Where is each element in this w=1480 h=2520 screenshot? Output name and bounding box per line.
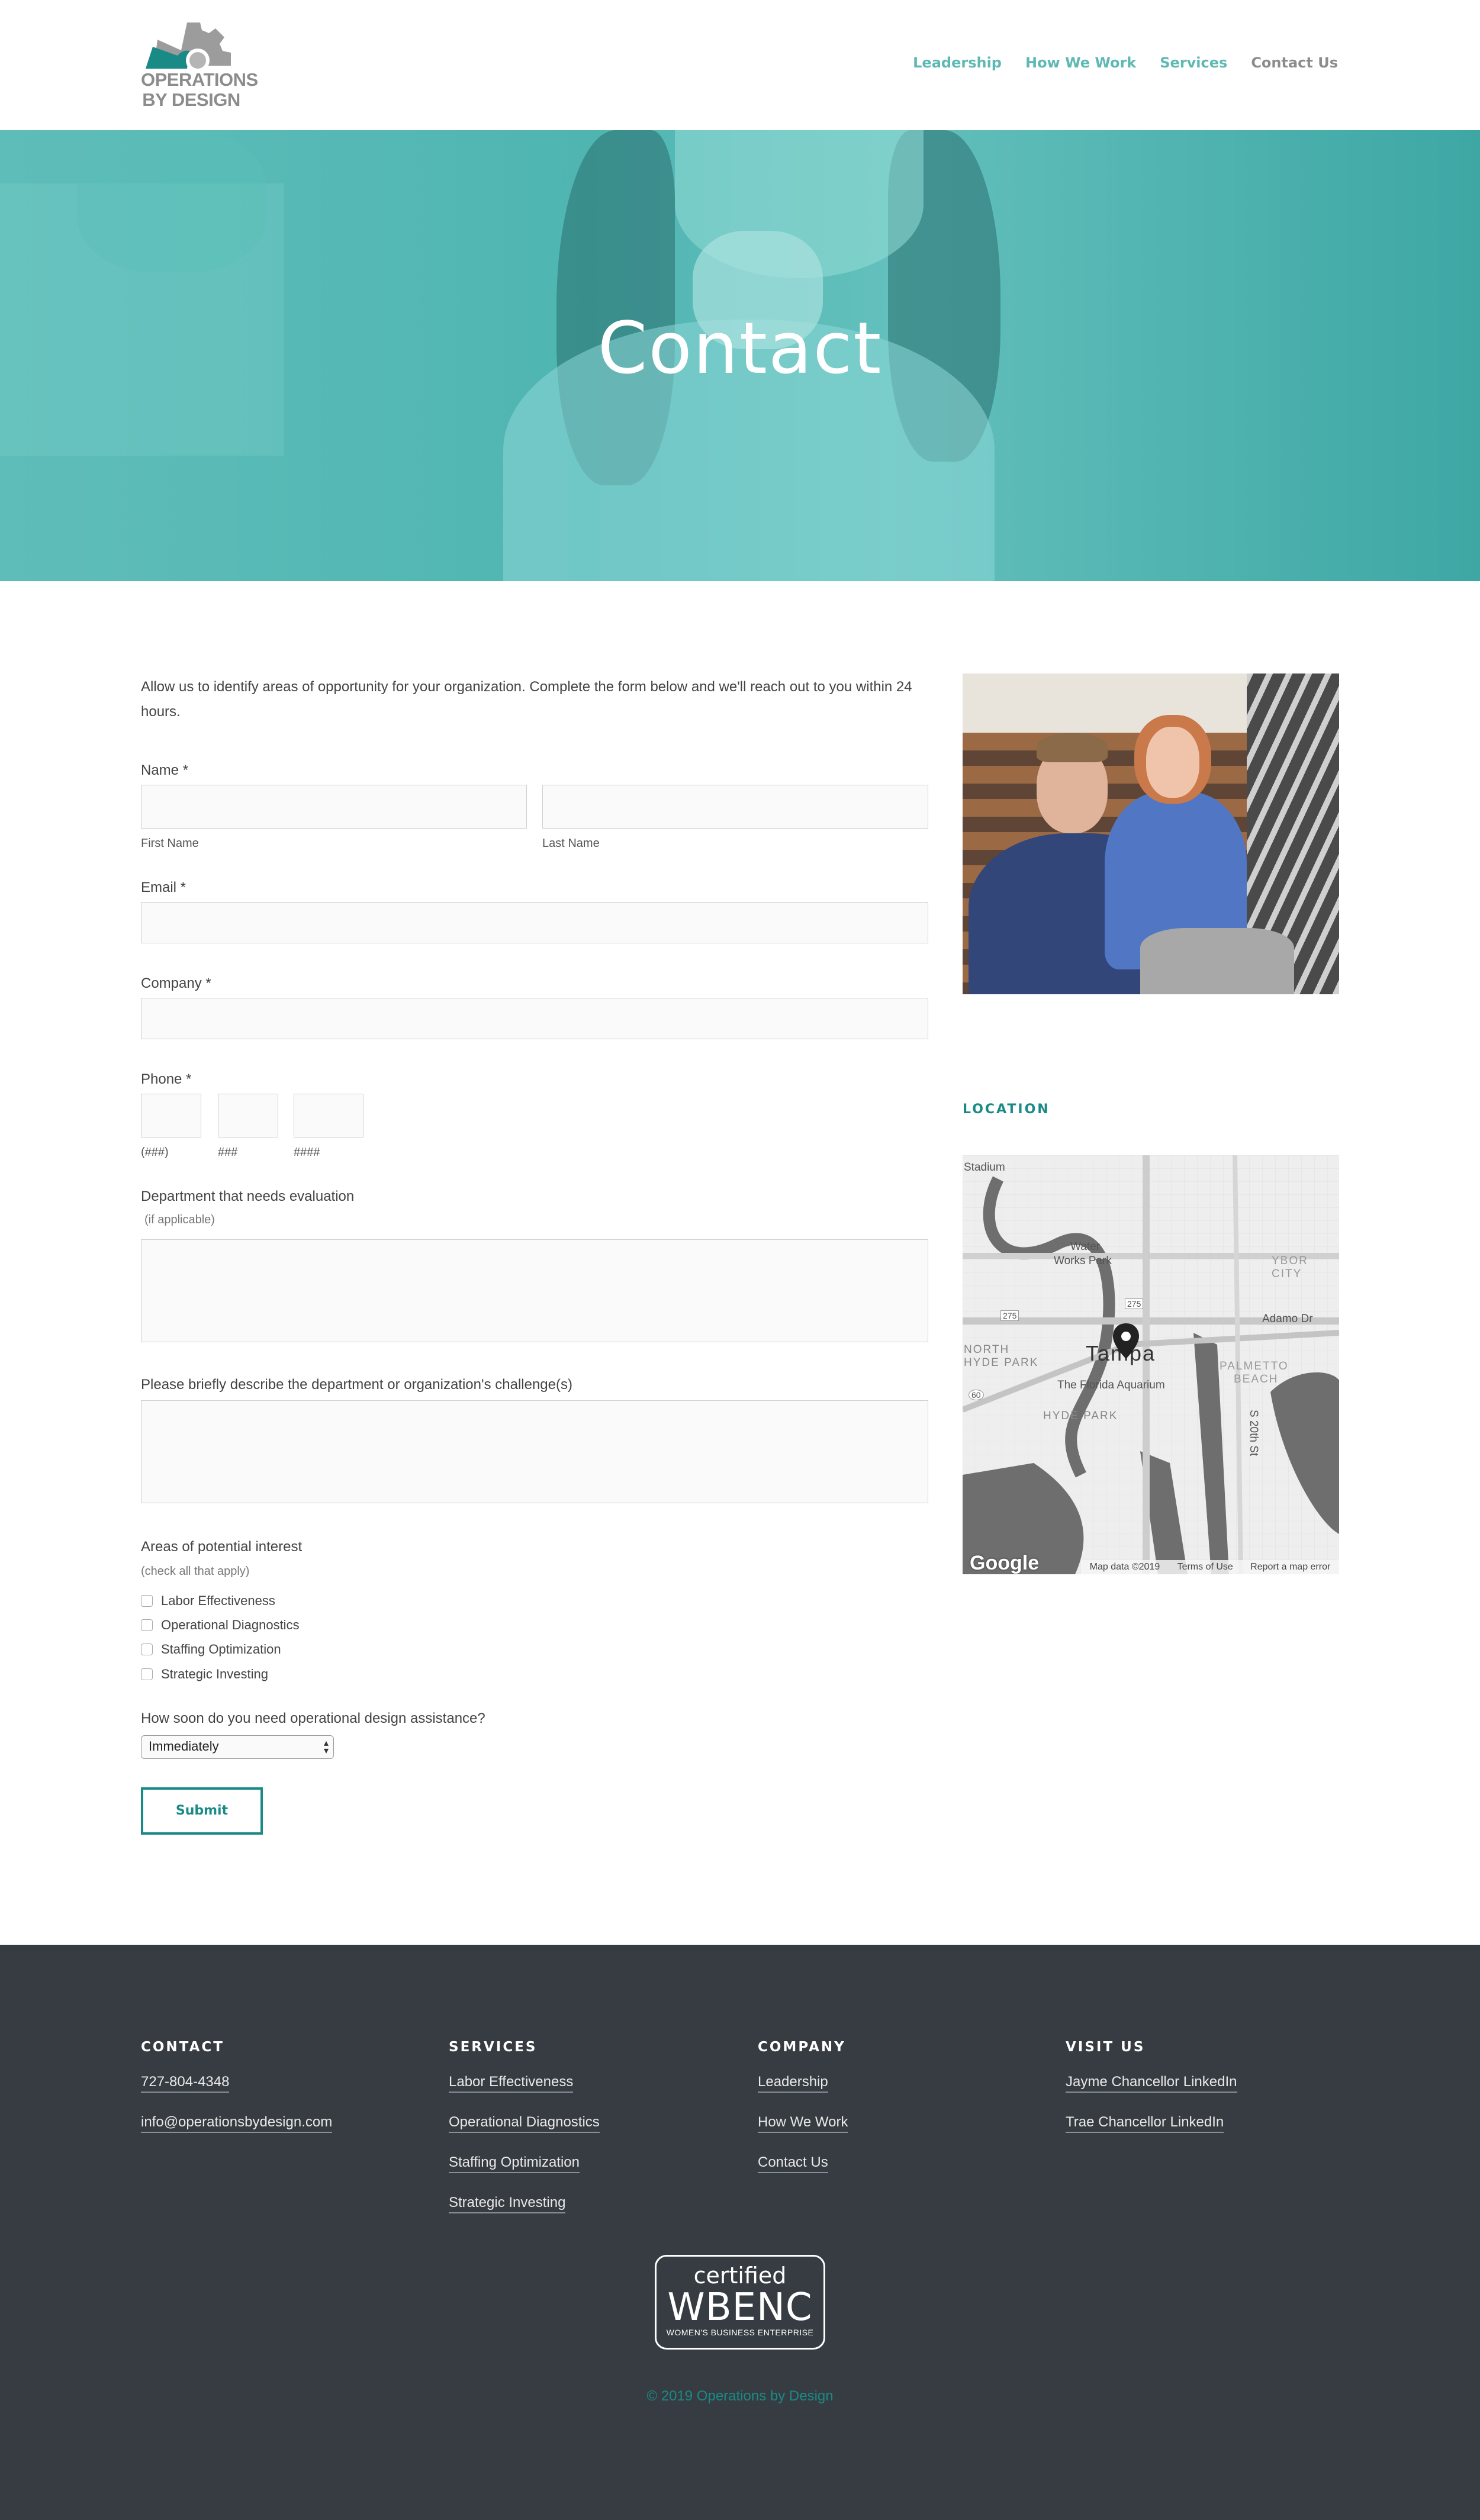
email-label: Email * xyxy=(141,879,186,895)
department-hint: (if applicable) xyxy=(144,1213,215,1226)
interest-option-staffing[interactable]: Staffing Optimization xyxy=(141,1642,281,1657)
footer-visit-column: VISIT US Jayme Chancellor LinkedIn Trae … xyxy=(1066,2039,1237,2154)
map-pin-icon[interactable] xyxy=(1113,1323,1139,1359)
challenge-label: Please briefly describe the department o… xyxy=(141,1377,572,1393)
footer-linkedin-link[interactable]: Jayme Chancellor LinkedIn xyxy=(1066,2074,1237,2093)
footer-contact-column: CONTACT 727-804-4348 info@operationsbyde… xyxy=(141,2039,333,2154)
footer-linkedin-link[interactable]: Trae Chancellor LinkedIn xyxy=(1066,2114,1224,2133)
submit-button[interactable]: Submit xyxy=(141,1787,263,1835)
site-footer xyxy=(0,1945,1480,2520)
map-label: HYDE PARK xyxy=(1043,1410,1118,1422)
checkbox[interactable] xyxy=(141,1668,153,1680)
map-label: Works Park xyxy=(1054,1255,1112,1267)
timing-select[interactable]: Immediately ▴ ▾ xyxy=(141,1735,334,1759)
phone-line-input[interactable] xyxy=(294,1094,363,1137)
team-photo xyxy=(963,673,1339,994)
last-name-input[interactable] xyxy=(542,785,928,829)
email-input[interactable] xyxy=(141,902,928,943)
map-label: Adamo Dr xyxy=(1262,1313,1313,1325)
photo-woman-legs xyxy=(1140,928,1294,994)
first-name-sublabel: First Name xyxy=(141,837,199,850)
phone-prefix-input[interactable] xyxy=(218,1094,278,1137)
hero-banner: Contact xyxy=(0,130,1480,581)
map-label: BEACH xyxy=(1234,1373,1279,1385)
phone-prefix-sublabel: ### xyxy=(218,1146,238,1159)
footer-link[interactable]: Leadership xyxy=(758,2074,828,2093)
checkbox[interactable] xyxy=(141,1619,153,1631)
phone-area-code-sublabel: (###) xyxy=(141,1146,169,1159)
hero-bg-plant xyxy=(77,130,266,272)
name-label: Name * xyxy=(141,762,189,778)
highway-shield-icon: 60 xyxy=(969,1390,984,1400)
phone-line-sublabel: #### xyxy=(294,1146,320,1159)
map-label: PALMETTO xyxy=(1220,1360,1289,1372)
company-input[interactable] xyxy=(141,998,928,1039)
footer-link[interactable]: Strategic Investing xyxy=(449,2194,566,2213)
page-title: Contact xyxy=(597,308,883,390)
footer-link[interactable]: Contact Us xyxy=(758,2154,828,2173)
interest-option-investing[interactable]: Strategic Investing xyxy=(141,1667,268,1682)
department-label: Department that needs evaluation xyxy=(141,1188,355,1204)
footer-heading: CONTACT xyxy=(141,2039,224,2055)
footer-heading: SERVICES xyxy=(449,2039,538,2055)
phone-area-code-input[interactable] xyxy=(141,1094,201,1137)
interest-label: Areas of potential interest xyxy=(141,1539,303,1555)
location-heading: LOCATION xyxy=(963,1102,1050,1117)
site-header: OPERATIONS BY DESIGN Leadership How We W… xyxy=(0,0,1480,130)
footer-company-column: COMPANY Leadership How We Work Contact U… xyxy=(758,2039,848,2194)
map-label: Water xyxy=(1070,1240,1100,1253)
interest-option-diagnostics[interactable]: Operational Diagnostics xyxy=(141,1617,300,1633)
map-label: HYDE PARK xyxy=(964,1356,1039,1369)
map-terms-link[interactable]: Terms of Use xyxy=(1177,1562,1233,1572)
nav-how-we-work[interactable]: How We Work xyxy=(1025,54,1136,71)
first-name-input[interactable] xyxy=(141,785,527,829)
map-attribution: Map data ©2019 Terms of Use Report a map… xyxy=(1081,1560,1339,1574)
checkbox[interactable] xyxy=(141,1644,153,1655)
footer-heading: COMPANY xyxy=(758,2039,846,2055)
footer-email-link[interactable]: info@operationsbydesign.com xyxy=(141,2114,333,2133)
interest-hint: (check all that apply) xyxy=(141,1565,250,1578)
select-arrows-icon: ▴ ▾ xyxy=(323,1738,329,1756)
google-logo: Google xyxy=(970,1552,1040,1574)
interstate-shield-icon: 275 xyxy=(1125,1298,1144,1309)
interstate-shield-icon: 275 xyxy=(1000,1310,1019,1321)
challenge-textarea[interactable] xyxy=(141,1400,928,1503)
footer-link[interactable]: How We Work xyxy=(758,2114,848,2133)
map-report-link[interactable]: Report a map error xyxy=(1250,1562,1330,1572)
nav-contact-us[interactable]: Contact Us xyxy=(1251,54,1338,71)
department-textarea[interactable] xyxy=(141,1239,928,1342)
footer-link[interactable]: Staffing Optimization xyxy=(449,2154,580,2173)
company-label: Company * xyxy=(141,975,211,991)
map-footer: Google Map data ©2019 Terms of Use Repor… xyxy=(963,1552,1339,1574)
location-map[interactable]: Stadium Water Works Park NORTH HYDE PARK… xyxy=(963,1155,1339,1574)
footer-link[interactable]: Operational Diagnostics xyxy=(449,2114,600,2133)
footer-services-column: SERVICES Labor Effectiveness Operational… xyxy=(449,2039,600,2235)
photo-man-hair xyxy=(1037,733,1108,762)
map-label: Stadium xyxy=(964,1161,1005,1174)
logo-wordmark[interactable]: OPERATIONS BY DESIGN xyxy=(141,70,258,110)
footer-link[interactable]: Labor Effectiveness xyxy=(449,2074,574,2093)
form-intro: Allow us to identify areas of opportunit… xyxy=(141,679,912,720)
nav-leadership[interactable]: Leadership xyxy=(913,54,1002,71)
wbenc-badge: certified WBENC WOMEN'S BUSINESS ENTERPR… xyxy=(655,2255,825,2350)
map-label: YBOR CITY xyxy=(1272,1255,1308,1280)
copyright: © 2019 Operations by Design xyxy=(646,2388,834,2404)
nav-services[interactable]: Services xyxy=(1160,54,1227,71)
main-nav: Leadership How We Work Services Contact … xyxy=(913,54,1338,71)
footer-heading: VISIT US xyxy=(1066,2039,1146,2055)
map-label: S 20th St xyxy=(1247,1410,1260,1456)
interest-option-labor[interactable]: Labor Effectiveness xyxy=(141,1593,275,1609)
timing-label: How soon do you need operational design … xyxy=(141,1710,485,1726)
map-label: The Florida Aquarium xyxy=(1057,1379,1165,1391)
checkbox[interactable] xyxy=(141,1595,153,1607)
map-label: NORTH xyxy=(964,1343,1010,1356)
last-name-sublabel: Last Name xyxy=(542,837,600,850)
footer-phone-link[interactable]: 727-804-4348 xyxy=(141,2074,230,2093)
photo-woman-face xyxy=(1146,727,1199,798)
phone-label: Phone * xyxy=(141,1071,192,1087)
